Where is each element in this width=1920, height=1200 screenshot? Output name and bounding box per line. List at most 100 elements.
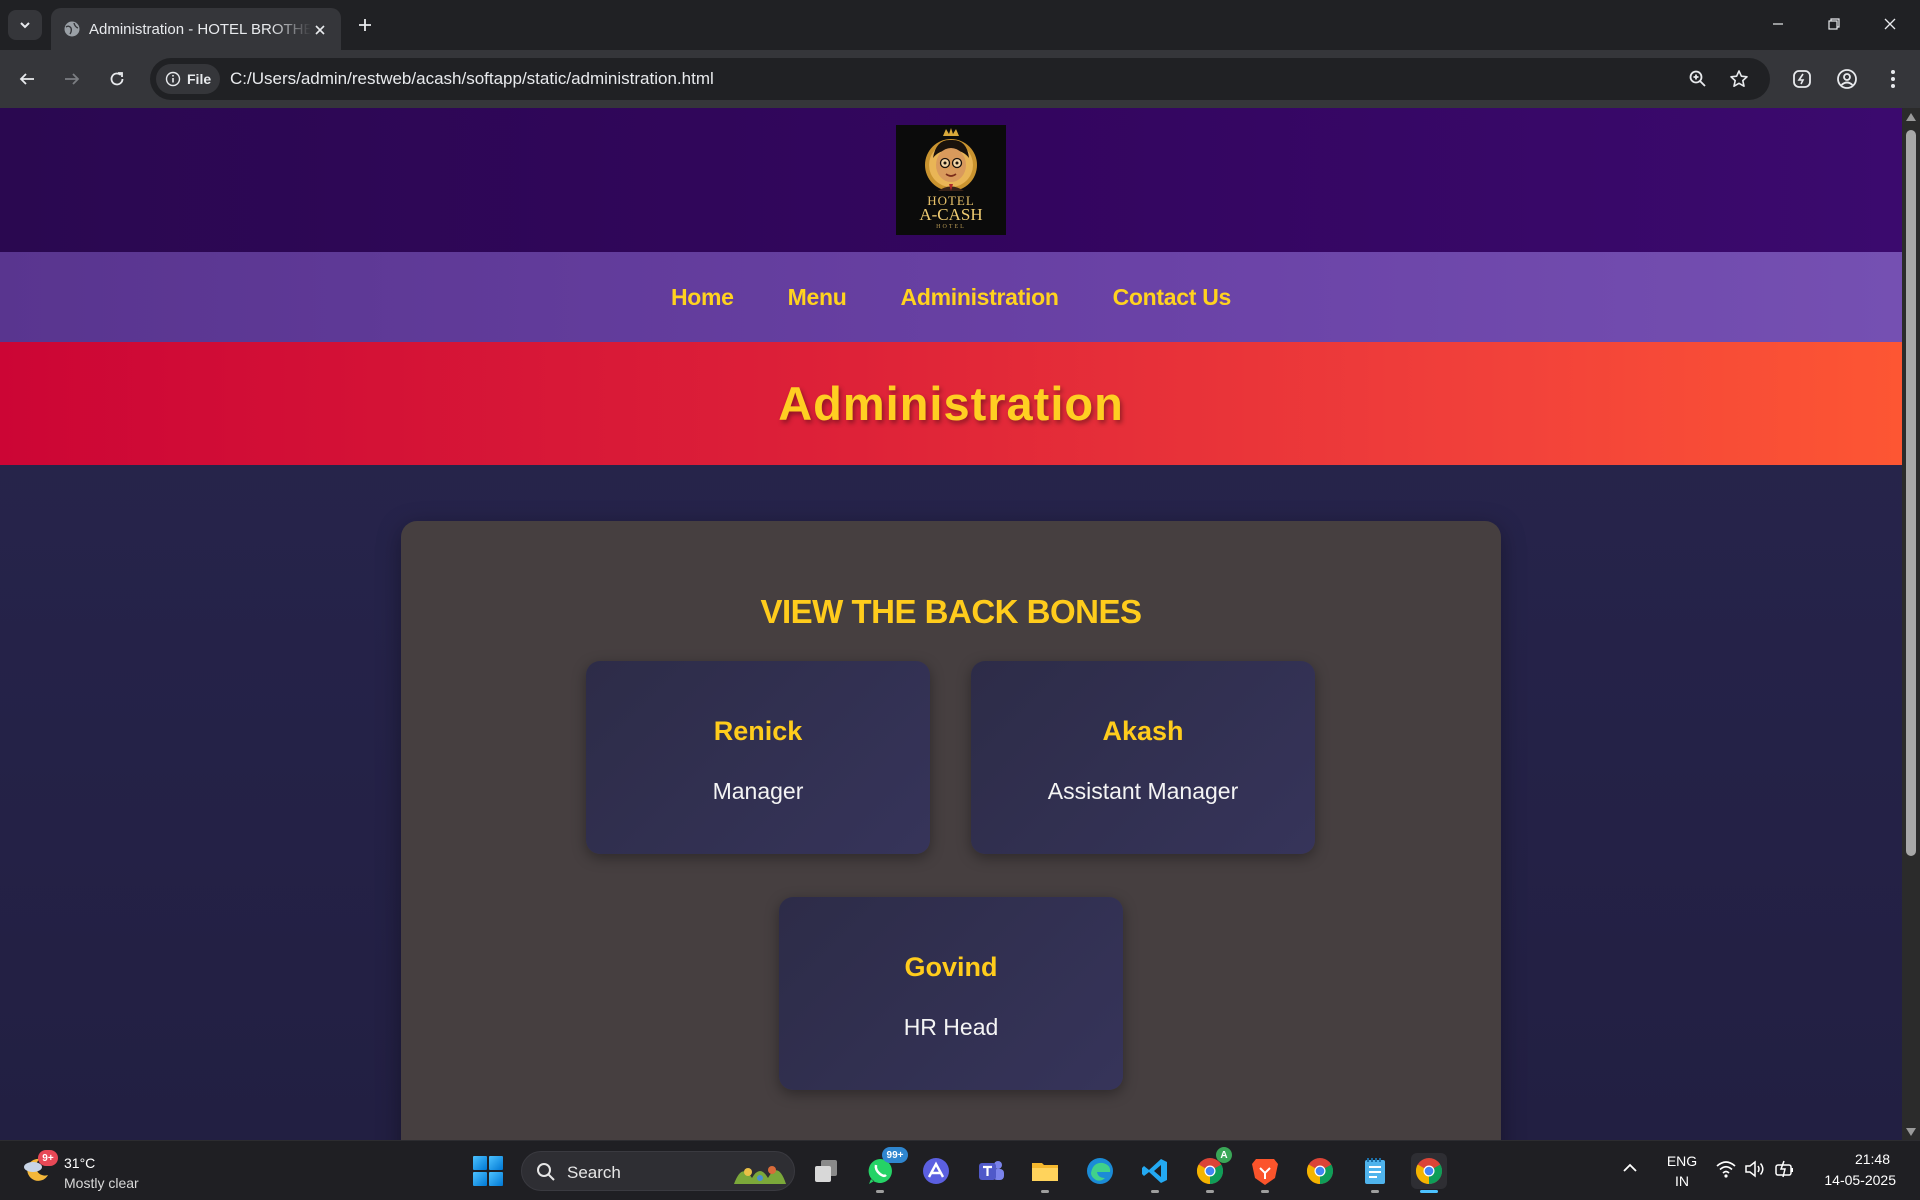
scroll-down-arrow[interactable] xyxy=(1906,1128,1916,1136)
running-indicator xyxy=(1151,1190,1159,1193)
show-hidden-icons-button[interactable] xyxy=(1622,1161,1638,1179)
restore-button[interactable] xyxy=(1814,8,1854,40)
taskbar-task-view[interactable] xyxy=(808,1153,844,1189)
address-bar[interactable]: File C:/Users/admin/restweb/acash/softap… xyxy=(150,58,1770,100)
info-icon xyxy=(165,71,181,87)
notepad-icon xyxy=(1365,1158,1385,1184)
task-view-icon xyxy=(815,1160,837,1182)
new-tab-button[interactable] xyxy=(352,12,378,38)
clock-time[interactable]: 21:48 xyxy=(1810,1151,1890,1167)
teams-icon xyxy=(979,1161,1004,1180)
taskbar-vscode[interactable] xyxy=(1137,1153,1173,1193)
scrollbar-thumb[interactable] xyxy=(1906,130,1916,856)
taskbar-whatsapp[interactable]: 99+ xyxy=(862,1147,908,1193)
staff-name: Akash xyxy=(1102,716,1184,746)
site-header: HOTEL A-CASH HOTEL xyxy=(0,108,1902,252)
active-indicator xyxy=(1420,1190,1438,1193)
more-vertical-icon xyxy=(1891,70,1895,88)
star-icon xyxy=(1730,70,1748,87)
taskbar-teams[interactable] xyxy=(973,1153,1009,1189)
hotel-logo[interactable]: HOTEL A-CASH HOTEL xyxy=(896,125,1006,235)
taskbar-search-label: Search xyxy=(567,1163,621,1182)
running-indicator xyxy=(876,1190,884,1193)
chevron-down-icon xyxy=(20,22,30,29)
taskbar-file-explorer[interactable] xyxy=(1027,1153,1063,1193)
start-button[interactable] xyxy=(473,1156,503,1186)
running-indicator xyxy=(1041,1190,1049,1193)
language-indicator-line2: IN xyxy=(1675,1173,1689,1189)
taskbar-notepad[interactable] xyxy=(1357,1153,1393,1193)
taskbar-search[interactable]: Search xyxy=(521,1151,795,1191)
tab-title: Administration - HOTEL BROTHERS xyxy=(89,21,311,38)
nav-link-contact-us[interactable]: Contact Us xyxy=(1113,284,1232,311)
scroll-up-arrow[interactable] xyxy=(1906,113,1916,121)
windows-logo-pane xyxy=(489,1156,503,1170)
clock-date: 14-05-2025 xyxy=(1824,1172,1896,1188)
staff-role: HR Head xyxy=(903,1014,999,1040)
windows-logo-pane xyxy=(489,1172,503,1186)
hero-banner: Administration xyxy=(0,342,1902,465)
close-icon xyxy=(315,25,325,35)
language-indicator-line1[interactable]: ENG xyxy=(1663,1153,1701,1169)
taskbar-brave[interactable] xyxy=(1247,1153,1283,1193)
tab-close-button[interactable] xyxy=(309,19,331,41)
windows-logo-icon xyxy=(473,1156,487,1170)
minimize-button[interactable] xyxy=(1758,8,1798,40)
plus-icon xyxy=(359,19,371,31)
taskbar-chrome-profile[interactable]: A xyxy=(1192,1147,1232,1193)
brave-lion-icon xyxy=(1252,1159,1278,1185)
staff-card: Govind HR Head xyxy=(779,897,1123,1090)
section-title: VIEW THE BACK BONES xyxy=(760,593,1142,630)
staff-role: Manager xyxy=(712,778,804,804)
taskbar-chrome[interactable] xyxy=(1302,1153,1338,1189)
search-icon xyxy=(537,1163,555,1181)
logo-text-name: A-CASH xyxy=(919,205,983,224)
folder-icon xyxy=(1032,1163,1058,1181)
running-indicator xyxy=(1261,1190,1269,1193)
close-window-button[interactable] xyxy=(1870,8,1910,40)
nav-link-menu[interactable]: Menu xyxy=(788,284,847,311)
main-nav: Home Menu Administration Contact Us xyxy=(0,252,1902,342)
chrome-icon xyxy=(1415,1158,1443,1185)
battery-charging-icon[interactable] xyxy=(1774,1159,1796,1184)
taskbar: 9+ 31°C Mostly clear Search 99+ A ENG IN… xyxy=(0,1140,1920,1200)
zoom-button[interactable] xyxy=(1686,67,1710,91)
performance-button[interactable] xyxy=(1787,64,1817,94)
site-info-button[interactable]: File xyxy=(156,64,220,94)
chevron-up-icon xyxy=(1623,1163,1637,1172)
weather-widget[interactable]: 9+ 31°C Mostly clear xyxy=(20,1149,170,1193)
speedometer-icon xyxy=(1793,70,1811,88)
logo-text-sub: HOTEL xyxy=(936,224,966,230)
chrome-profile-badge: A xyxy=(1216,1147,1232,1163)
browser-menu-button[interactable] xyxy=(1878,64,1908,94)
nav-link-administration[interactable]: Administration xyxy=(901,284,1059,311)
vscode-icon xyxy=(1142,1159,1167,1183)
browser-tab[interactable]: Administration - HOTEL BROTHERS xyxy=(51,8,341,50)
taskbar-app-arc[interactable] xyxy=(918,1153,954,1189)
staff-role: Assistant Manager xyxy=(1047,778,1239,804)
wifi-icon[interactable] xyxy=(1715,1159,1737,1184)
search-highlight-icon xyxy=(734,1166,786,1184)
profile-button[interactable] xyxy=(1832,64,1862,94)
whatsapp-unread-badge: 99+ xyxy=(882,1147,908,1163)
forward-button[interactable] xyxy=(57,64,87,94)
nav-link-home[interactable]: Home xyxy=(671,284,734,311)
page-scrollbar[interactable] xyxy=(1902,108,1920,1140)
tab-search-button[interactable] xyxy=(8,10,42,40)
globe-icon xyxy=(64,21,80,37)
mascot-logo-icon xyxy=(925,128,977,191)
page-viewport: HOTEL A-CASH HOTEL Home Menu Administrat… xyxy=(0,108,1902,1140)
volume-icon[interactable] xyxy=(1744,1159,1766,1184)
reload-icon xyxy=(110,72,124,86)
account-circle-icon xyxy=(1837,69,1857,89)
back-button[interactable] xyxy=(12,64,42,94)
restore-icon xyxy=(1828,18,1840,30)
page-title: Administration xyxy=(778,377,1124,430)
taskbar-chrome-active[interactable] xyxy=(1411,1153,1447,1193)
url-text[interactable]: C:/Users/admin/restweb/acash/softapp/sta… xyxy=(230,69,714,89)
reload-button[interactable] xyxy=(102,64,132,94)
close-icon xyxy=(1884,18,1896,30)
taskbar-edge[interactable] xyxy=(1082,1153,1118,1189)
bookmark-button[interactable] xyxy=(1727,67,1751,91)
minimize-icon xyxy=(1773,23,1783,25)
